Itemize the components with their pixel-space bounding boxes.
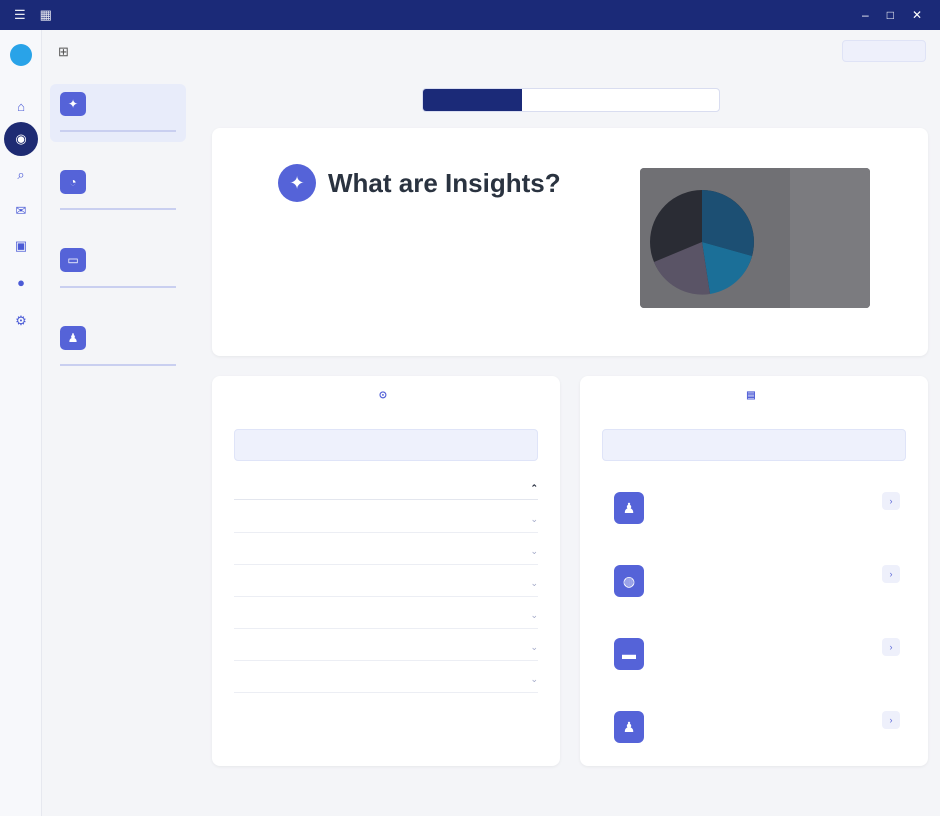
- contact-item[interactable]: ▬ ›: [610, 636, 900, 676]
- left-rail: ⌂ ◉ ⌕ ✉ ▣ ● ⚙: [0, 30, 42, 816]
- menu-icon[interactable]: ☰: [14, 7, 26, 23]
- app-logo: [10, 44, 32, 66]
- chevron-up-icon[interactable]: ⌃: [530, 483, 538, 494]
- hero-image: [640, 168, 870, 308]
- person-icon: ♟: [60, 326, 86, 350]
- hero-title: What are Insights?: [328, 168, 561, 198]
- contact-item[interactable]: ♟ ›: [610, 709, 900, 749]
- faq-note: [234, 429, 538, 461]
- subnav-item-profile[interactable]: ♟: [50, 318, 186, 376]
- app-icon: ▦: [39, 7, 52, 22]
- faq-row[interactable]: ⌄: [234, 674, 538, 693]
- person-icon: ♟: [614, 711, 644, 743]
- chevron-down-icon: ⌄: [530, 578, 538, 588]
- window-titlebar: ☰ ▦ – □ ✕: [0, 0, 940, 30]
- lightbulb-icon: ✦: [278, 164, 316, 202]
- arrow-right-icon[interactable]: ›: [882, 492, 900, 510]
- settings-icon[interactable]: ⚙: [12, 312, 30, 330]
- maximize-button[interactable]: □: [887, 8, 894, 22]
- search-icon[interactable]: ⌕: [12, 166, 30, 184]
- person-icon: ♟: [614, 492, 644, 524]
- subnav-item-divider: [60, 208, 176, 210]
- subnav-item-reports[interactable]: ◔: [50, 162, 186, 220]
- contact-card-header: ▤: [580, 390, 928, 401]
- user-icon[interactable]: ●: [12, 274, 30, 292]
- chevron-down-icon: ⌄: [530, 610, 538, 620]
- subnav-item-divider: [60, 130, 176, 132]
- subnav-item-divider: [60, 286, 176, 288]
- question-icon: ⊙: [378, 390, 388, 401]
- window-controls: – □ ✕: [862, 8, 922, 22]
- message-icon: ▭: [60, 248, 86, 272]
- tab-second[interactable]: [522, 89, 621, 111]
- tab-overview[interactable]: [423, 89, 522, 111]
- minimize-button[interactable]: –: [862, 8, 869, 22]
- lightbulb-icon: ✦: [60, 92, 86, 116]
- chart-icon: ◔: [60, 170, 86, 194]
- arrow-right-icon[interactable]: ›: [882, 711, 900, 729]
- topic-header[interactable]: ⌃: [234, 483, 538, 500]
- top-action-button[interactable]: [842, 40, 926, 62]
- section-tabs: [422, 88, 720, 112]
- chevron-down-icon: ⌄: [530, 514, 538, 524]
- faq-row[interactable]: ⌄: [234, 514, 538, 533]
- contact-item[interactable]: ◍ ›: [610, 563, 900, 603]
- mail-icon[interactable]: ✉: [12, 202, 30, 220]
- arrow-right-icon[interactable]: ›: [882, 565, 900, 583]
- faq-row[interactable]: ⌄: [234, 546, 538, 565]
- chat-icon[interactable]: ▣: [12, 237, 30, 255]
- grid-icon[interactable]: ⊞: [58, 44, 69, 60]
- insights-icon[interactable]: ◉: [4, 122, 38, 156]
- contact-note: [602, 429, 906, 461]
- faq-row[interactable]: ⌄: [234, 610, 538, 629]
- top-utility-bar: ⊞: [42, 30, 940, 72]
- faq-card: ⊙ ⌃ ⌄ ⌄ ⌄ ⌄ ⌄ ⌄: [212, 376, 560, 766]
- chevron-down-icon: ⌄: [530, 642, 538, 652]
- contact-icon: ▤: [746, 390, 756, 401]
- tab-third[interactable]: [620, 89, 719, 111]
- arrow-right-icon[interactable]: ›: [882, 638, 900, 656]
- contact-card: ▤ ♟ › ◍ › ▬ › ♟ ›: [580, 376, 928, 766]
- globe-icon: ◍: [614, 565, 644, 597]
- subnav-item-messages[interactable]: ▭: [50, 240, 186, 298]
- sub-navigation: ✦ ◔ ▭ ♟: [50, 84, 192, 396]
- close-button[interactable]: ✕: [912, 8, 922, 22]
- contact-item[interactable]: ♟ ›: [610, 490, 900, 530]
- hero-card: ✦ What are Insights?: [212, 128, 928, 356]
- chevron-down-icon: ⌄: [530, 546, 538, 556]
- chat-icon: ▬: [614, 638, 644, 670]
- faq-row[interactable]: ⌄: [234, 578, 538, 597]
- home-icon[interactable]: ⌂: [12, 98, 30, 116]
- faq-row[interactable]: ⌄: [234, 642, 538, 661]
- subnav-item-insights[interactable]: ✦: [50, 84, 186, 142]
- faq-card-header: ⊙: [212, 390, 560, 401]
- chevron-down-icon: ⌄: [530, 674, 538, 684]
- pie-chart-graphic: [640, 168, 870, 308]
- subnav-item-divider: [60, 364, 176, 366]
